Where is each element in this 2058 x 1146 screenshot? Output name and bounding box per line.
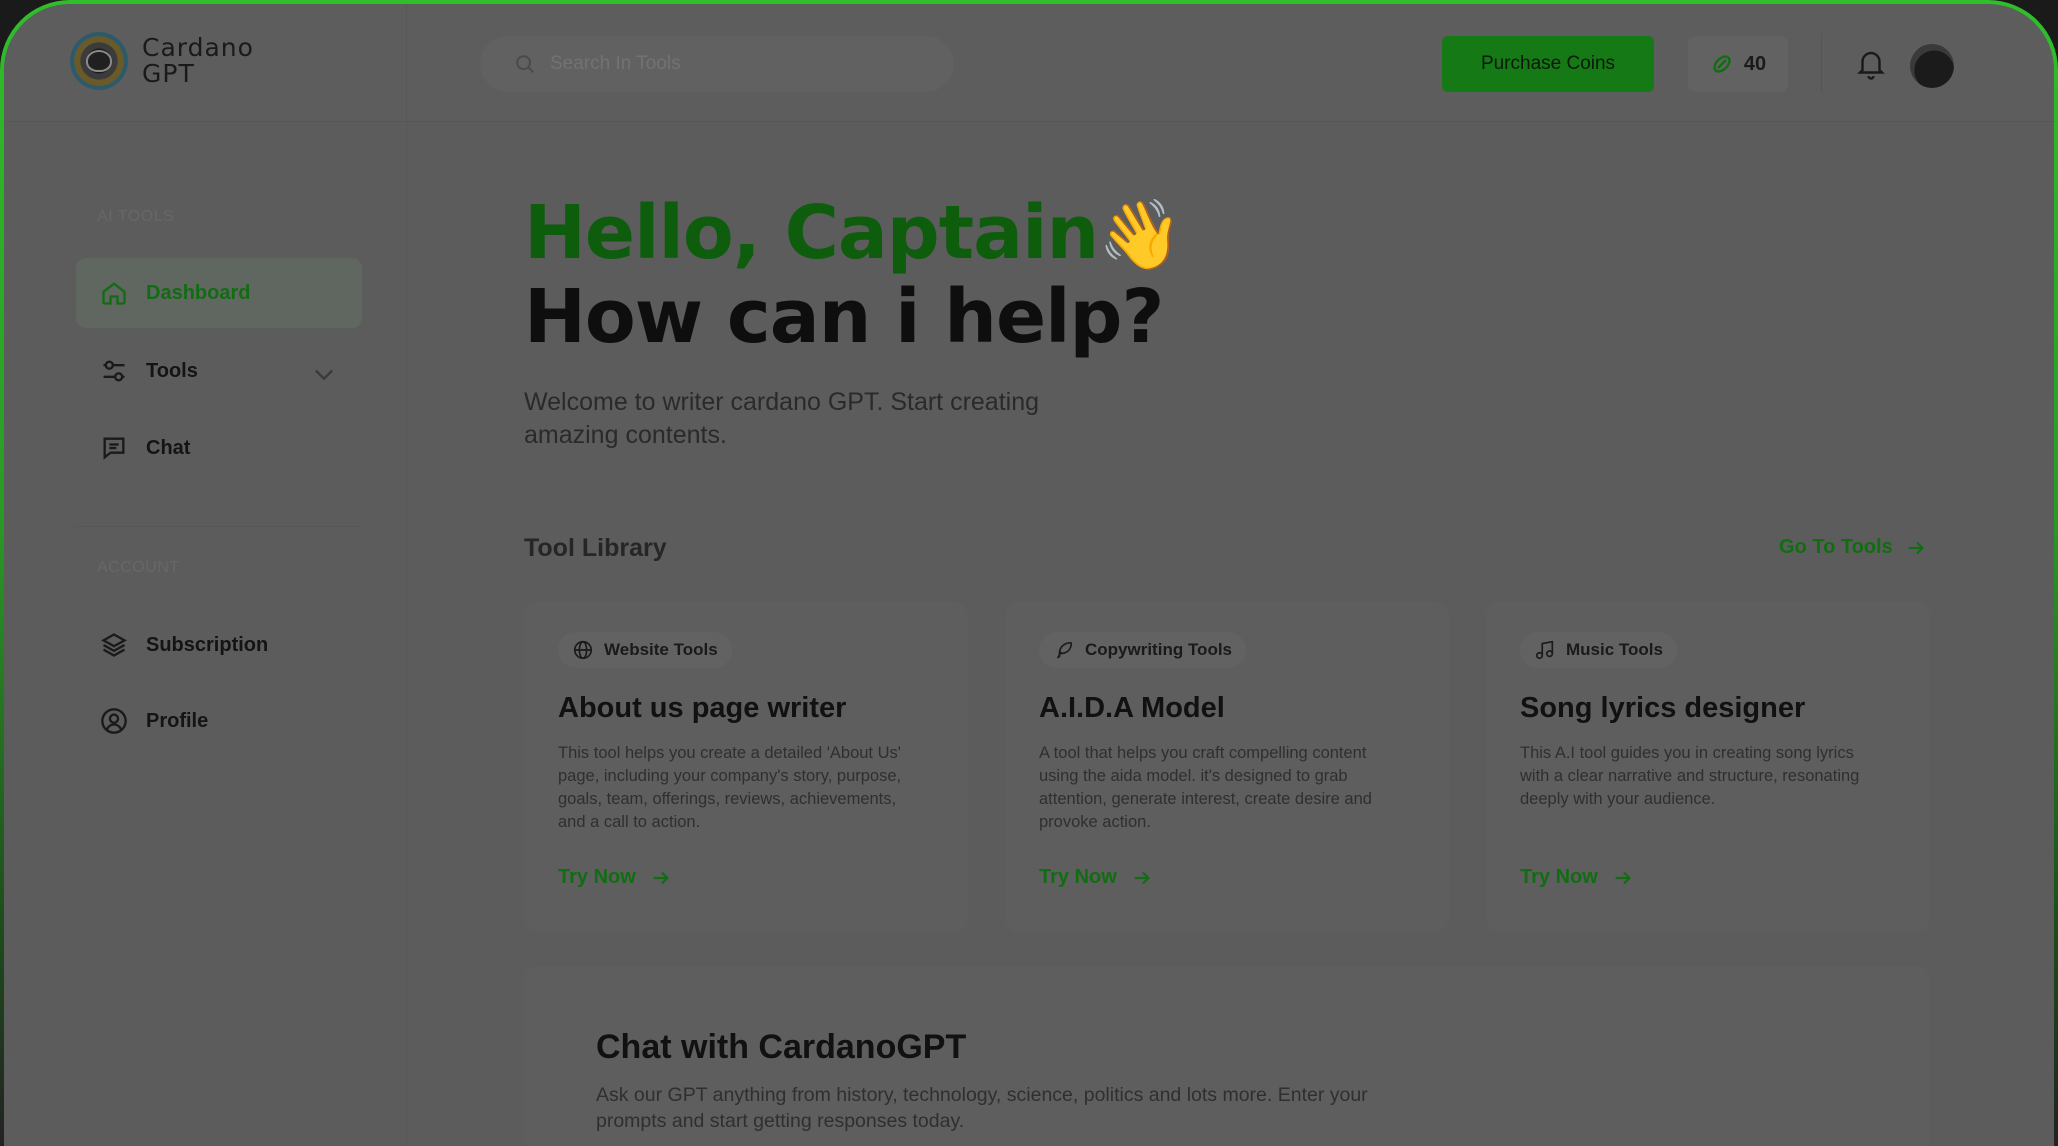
chat-icon <box>103 437 125 460</box>
coin-icon <box>1713 55 1731 73</box>
try-now-link[interactable]: Try Now <box>1520 866 1634 889</box>
card-title: Song lyrics designer <box>1520 692 1806 724</box>
brand[interactable]: Cardano GPT <box>70 32 254 90</box>
card-description: This A.I tool guides you in creating son… <box>1520 744 1860 808</box>
help-heading: How can i help? <box>524 274 1164 360</box>
card-category-tag: Music Tools <box>1520 632 1677 668</box>
arrow-right-icon <box>653 871 669 884</box>
arrow-right-icon <box>1908 541 1924 554</box>
chat-promo-card[interactable]: Chat with CardanoGPT Ask our GPT anythin… <box>524 966 1930 1146</box>
card-description: This tool helps you create a detailed 'A… <box>558 744 902 831</box>
purchase-coins-button[interactable]: Purchase Coins <box>1442 36 1654 92</box>
wave-hand-icon: 👋 <box>1098 196 1183 275</box>
arrow-right-icon <box>1134 871 1150 884</box>
greeting-heading: Hello, Captain👋 <box>524 190 1183 276</box>
sidebar-item-label: Subscription <box>146 633 269 656</box>
card-category-label: Website Tools <box>604 640 718 659</box>
sidebar-separator <box>76 526 362 527</box>
try-now-link[interactable]: Try Now <box>1039 866 1153 889</box>
music-note-icon <box>1535 640 1554 660</box>
sliders-icon <box>103 360 125 382</box>
sidebar-item-label: Chat <box>146 436 191 459</box>
go-to-tools-label: Go To Tools <box>1779 536 1893 558</box>
sidebar-item-label: Tools <box>146 359 198 382</box>
search-bar[interactable] <box>480 36 954 92</box>
try-now-label: Try Now <box>1520 866 1598 888</box>
go-to-tools-link[interactable]: Go To Tools <box>1779 536 1927 559</box>
welcome-text: Welcome to writer cardano GPT. Start cre… <box>524 388 1040 449</box>
sidebar-item-tools[interactable]: Tools <box>76 336 362 406</box>
arrow-right-icon <box>1615 871 1631 884</box>
chevron-down-icon[interactable] <box>310 360 338 388</box>
header-divider <box>1821 34 1822 92</box>
brand-logo-icon <box>70 32 128 90</box>
layers-icon <box>101 633 127 657</box>
avatar[interactable] <box>1910 44 1954 88</box>
section-label-account: ACCOUNT <box>97 559 180 576</box>
sidebar-item-label: Profile <box>146 709 209 732</box>
app-screen: Cardano GPT Purchase Coins 40 AI TOOLS D… <box>4 4 2054 1146</box>
coin-balance[interactable]: 40 <box>1688 36 1788 92</box>
sidebar-item-label: Dashboard <box>146 281 251 304</box>
search-input[interactable] <box>550 53 910 75</box>
bell-icon[interactable] <box>1856 47 1886 81</box>
try-now-label: Try Now <box>558 866 636 888</box>
globe-icon <box>573 640 593 660</box>
try-now-label: Try Now <box>1039 866 1117 888</box>
top-bar: Cardano GPT Purchase Coins 40 <box>4 4 2054 122</box>
tool-card[interactable]: Website Tools About us page writer This … <box>524 602 968 932</box>
card-category-label: Copywriting Tools <box>1085 640 1233 659</box>
tool-card[interactable]: Copywriting Tools A.I.D.A Model A tool t… <box>1005 602 1449 932</box>
sidebar-item-chat[interactable]: Chat <box>76 413 362 483</box>
device-frame: Cardano GPT Purchase Coins 40 AI TOOLS D… <box>0 0 2058 1146</box>
try-now-link[interactable]: Try Now <box>558 866 672 889</box>
card-description: A tool that helps you craft compelling c… <box>1039 744 1372 831</box>
card-category-tag: Website Tools <box>558 632 732 668</box>
sidebar-item-dashboard[interactable]: Dashboard <box>76 258 362 328</box>
chat-card-title: Chat with CardanoGPT <box>596 1028 967 1066</box>
feather-icon <box>1056 641 1073 659</box>
user-circle-icon <box>101 708 127 734</box>
coin-count: 40 <box>1743 52 1767 75</box>
sidebar-divider <box>406 4 407 1146</box>
card-category-tag: Copywriting Tools <box>1039 632 1247 668</box>
chat-card-description: Ask our GPT anything from history, techn… <box>596 1084 1368 1132</box>
search-icon <box>516 55 534 73</box>
card-title: About us page writer <box>558 692 847 724</box>
tool-library-title: Tool Library <box>524 534 667 562</box>
card-category-label: Music Tools <box>1566 640 1663 659</box>
tool-card[interactable]: Music Tools Song lyrics designer This A.… <box>1486 602 1930 932</box>
home-icon <box>102 282 126 305</box>
section-label-ai-tools: AI TOOLS <box>97 208 175 225</box>
card-title: A.I.D.A Model <box>1039 692 1225 724</box>
sidebar-item-subscription[interactable]: Subscription <box>76 610 362 680</box>
brand-name: Cardano GPT <box>142 33 254 88</box>
greeting-text: Hello, Captain <box>524 190 1099 276</box>
sidebar-item-profile[interactable]: Profile <box>76 686 362 756</box>
